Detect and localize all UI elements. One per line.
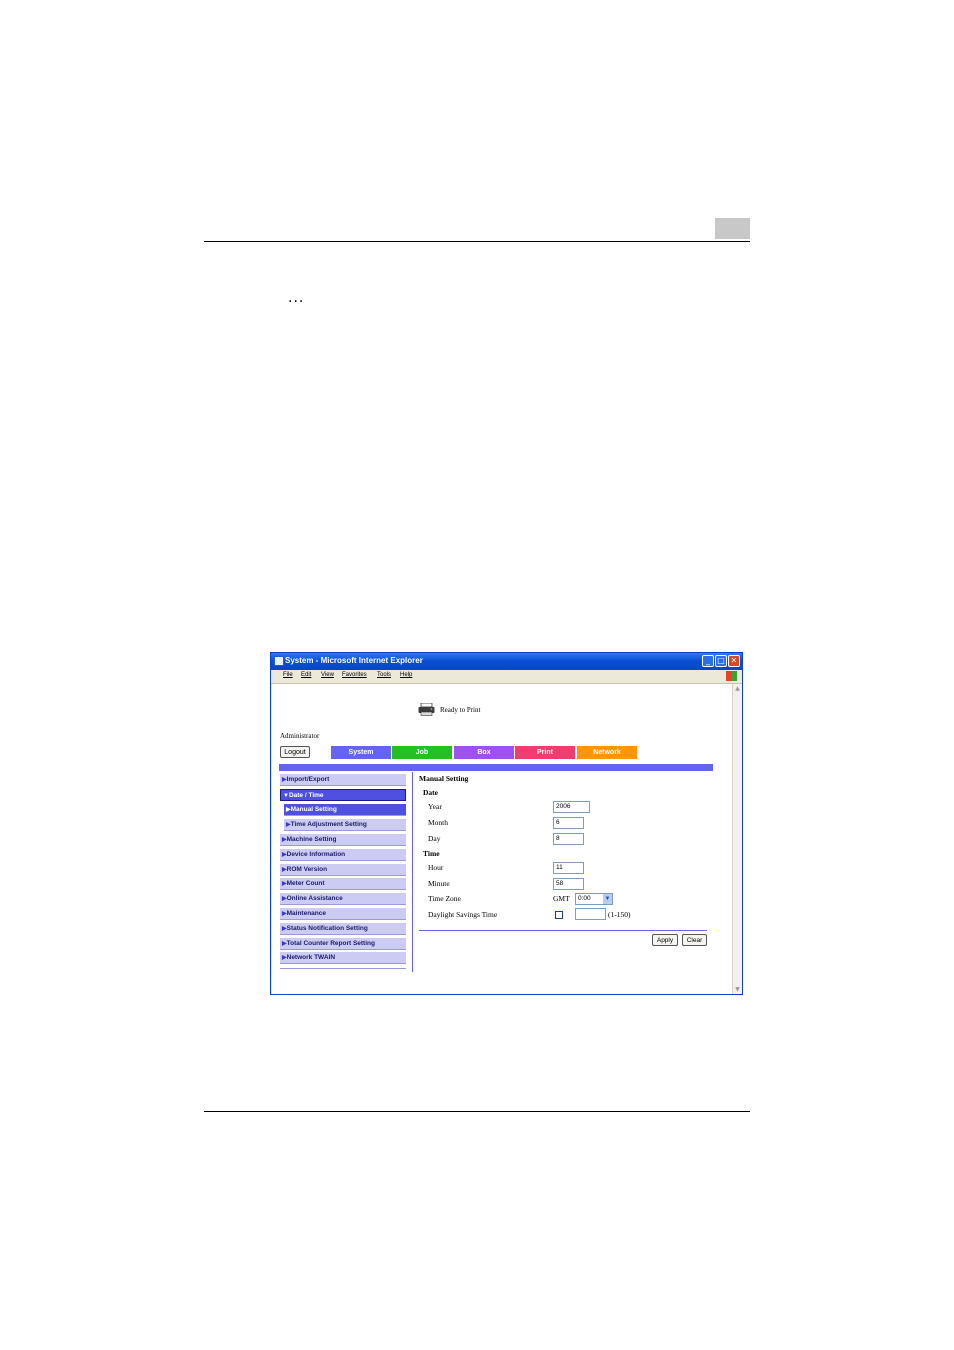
sidebar-item-label: Date / Time — [288, 792, 324, 799]
sidebar-bottom-rule — [280, 968, 406, 969]
sidebar-item-machine-setting[interactable]: ▶Machine Setting — [280, 834, 406, 846]
tab-system[interactable]: System — [331, 746, 391, 759]
section-title: Manual Setting — [419, 774, 469, 783]
menu-favorites[interactable]: Favorites — [342, 672, 367, 678]
sidebar-item-label: ROM Version — [286, 866, 328, 873]
sidebar-item-label: Manual Setting — [290, 806, 337, 813]
chapter-tab — [715, 218, 750, 239]
ie-icon — [274, 656, 284, 666]
sidebar-item-status-notification-setting[interactable]: ▶Status Notification Setting — [280, 923, 406, 935]
tab-underline — [279, 764, 713, 771]
timezone-label: Time Zone — [428, 894, 461, 903]
logout-button[interactable]: Logout — [280, 746, 310, 758]
sidebar-item-import-export[interactable]: ▶Import/Export — [280, 774, 406, 786]
sidebar-item-label: Maintenance — [286, 910, 326, 917]
sidebar-item-online-assistance[interactable]: ▶Online Assistance — [280, 893, 406, 905]
sidebar-item-meter-count[interactable]: ▶Meter Count — [280, 878, 406, 890]
page-content: Ready to Print Administrator Logout Syst… — [272, 684, 732, 994]
month-label: Month — [428, 818, 449, 827]
day-label: Day — [428, 834, 441, 843]
dst-label: Daylight Savings Time — [428, 910, 498, 919]
scroll-down-icon[interactable]: ▼ — [733, 985, 742, 994]
browser-window: System - Microsoft Internet Explorer _ □… — [270, 652, 743, 995]
minute-input[interactable]: 58 — [553, 878, 584, 890]
windows-logo-icon — [726, 671, 737, 681]
timezone-value: 0:00 — [578, 895, 591, 902]
menu-help[interactable]: Help — [400, 672, 412, 678]
menu-bar: File Edit View Favorites Tools Help — [271, 670, 742, 684]
sidebar-item-label: Network TWAIN — [286, 954, 336, 961]
window-title: System - Microsoft Internet Explorer — [285, 656, 423, 665]
vertical-scrollbar[interactable]: ▲ ▼ — [732, 684, 742, 994]
clear-button[interactable]: Clear — [682, 934, 707, 946]
device-status: Ready to Print — [440, 706, 481, 714]
tab-box[interactable]: Box — [454, 746, 514, 759]
menu-view[interactable]: View — [321, 672, 334, 678]
sidebar-item-maintenance[interactable]: ▶Maintenance — [280, 908, 406, 920]
scroll-up-icon[interactable]: ▲ — [733, 684, 742, 693]
header-rule — [204, 241, 750, 242]
month-input[interactable]: 6 — [553, 817, 584, 829]
sidebar-item-label: Device Information — [286, 851, 346, 858]
sidebar-item-label: Online Assistance — [286, 895, 343, 902]
form-divider — [419, 930, 707, 931]
menu-tools[interactable]: Tools — [377, 672, 391, 678]
dst-offset-input[interactable] — [575, 908, 606, 920]
tab-job[interactable]: Job — [392, 746, 452, 759]
dst-checkbox[interactable] — [555, 911, 563, 919]
maximize-button[interactable]: □ — [715, 655, 727, 667]
dst-range-hint: (1-150) — [608, 910, 631, 919]
sidebar-item-label: Status Notification Setting — [286, 925, 368, 932]
close-button[interactable]: ✕ — [728, 655, 740, 667]
hour-label: Hour — [428, 863, 444, 872]
sidebar-item-label: Import/Export — [286, 776, 330, 783]
year-label: Year — [428, 802, 442, 811]
apply-button[interactable]: Apply — [652, 934, 678, 946]
minimize-button[interactable]: _ — [702, 655, 714, 667]
minute-label: Minute — [428, 879, 450, 888]
sidebar-item-label: Total Counter Report Setting — [286, 940, 375, 947]
sidebar-item-time-adjustment-setting[interactable]: ▶Time Adjustment Setting — [284, 819, 406, 831]
day-input[interactable]: 8 — [553, 833, 584, 845]
footer-rule — [204, 1111, 750, 1112]
chevron-down-icon[interactable]: ▼ — [603, 894, 612, 904]
sidebar-divider — [412, 772, 413, 972]
sidebar-item-total-counter-report-setting[interactable]: ▶Total Counter Report Setting — [280, 938, 406, 950]
date-group-title: Date — [423, 788, 438, 797]
timezone-select[interactable]: 0:00 ▼ — [575, 893, 613, 905]
sidebar-item-device-information[interactable]: ▶Device Information — [280, 849, 406, 861]
tab-network[interactable]: Network — [577, 746, 637, 759]
continuation-marker: ... — [288, 290, 305, 306]
sidebar-item-manual-setting[interactable]: ▶Manual Setting — [284, 804, 406, 816]
sidebar-item-label: Machine Setting — [286, 836, 337, 843]
hour-input[interactable]: 11 — [553, 862, 584, 874]
sidebar-item-date-time[interactable]: ▼Date / Time — [280, 789, 406, 801]
menu-edit[interactable]: Edit — [301, 672, 311, 678]
time-group-title: Time — [423, 849, 440, 858]
tab-print[interactable]: Print — [515, 746, 575, 759]
gmt-prefix: GMT — [553, 894, 570, 903]
user-label: Administrator — [280, 732, 320, 740]
sidebar-item-network-twain[interactable]: ▶Network TWAIN — [280, 952, 406, 964]
title-bar[interactable]: System - Microsoft Internet Explorer _ □… — [271, 653, 742, 670]
sidebar-item-rom-version[interactable]: ▶ROM Version — [280, 864, 406, 876]
menu-file[interactable]: File — [283, 672, 293, 678]
sidebar-item-label: Meter Count — [286, 880, 325, 887]
sidebar-item-label: Time Adjustment Setting — [290, 821, 367, 828]
year-input[interactable]: 2006 — [553, 801, 590, 813]
printer-icon — [418, 703, 435, 716]
